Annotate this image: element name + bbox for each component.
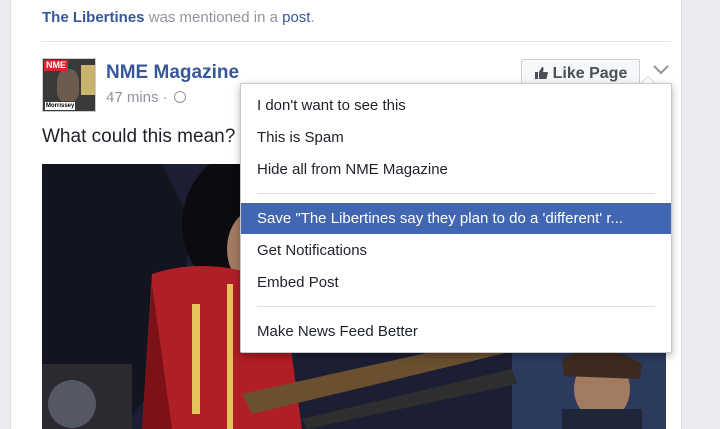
menu-item-notifications[interactable]: Get Notifications	[241, 235, 671, 266]
globe-icon	[173, 91, 186, 103]
mention-subject-link[interactable]: The Libertines	[42, 9, 145, 26]
menu-item-news-feed-better[interactable]: Make News Feed Better	[241, 316, 671, 347]
mention-line: The Libertines was mentioned in a post.	[42, 9, 315, 26]
post-caption: What could this mean?	[42, 126, 236, 147]
menu-item-embed[interactable]: Embed Post	[241, 267, 671, 298]
nme-logo: NME	[44, 60, 68, 71]
page-avatar[interactable]: NME Morrissey	[42, 58, 96, 112]
post-meta: 47 mins ·	[106, 89, 186, 106]
mention-end-text: .	[310, 9, 315, 26]
menu-item-hide-all[interactable]: Hide all from NME Magazine	[241, 154, 671, 185]
menu-item-spam[interactable]: This is Spam	[241, 122, 671, 153]
mention-middle-text: was mentioned in a	[144, 9, 283, 26]
page-name-link[interactable]: NME Magazine	[106, 62, 239, 84]
mention-post-link[interactable]: post	[282, 9, 310, 26]
avatar-tag: Morrissey	[45, 102, 76, 110]
menu-item-save[interactable]: Save "The Libertines say they plan to do…	[241, 203, 671, 234]
post-time[interactable]: 47 mins ·	[106, 89, 172, 106]
menu-item-dont-want[interactable]: I don't want to see this	[241, 90, 671, 121]
menu-divider	[257, 306, 655, 307]
menu-divider	[257, 193, 655, 194]
header-divider	[41, 41, 671, 42]
like-page-label: Like Page	[552, 65, 628, 82]
thumbs-up-icon	[534, 66, 548, 83]
story-options-menu: I don't want to see this This is Spam Hi…	[240, 83, 672, 353]
